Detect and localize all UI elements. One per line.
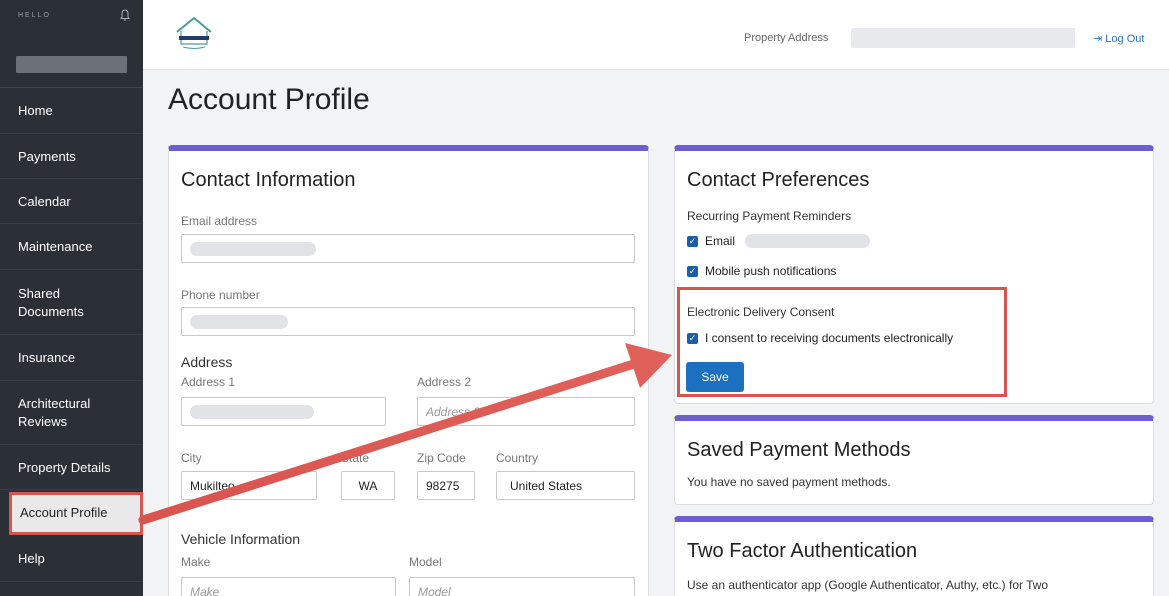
greeting: HELLO [18, 12, 51, 19]
no-payment-methods-text: You have no saved payment methods. [687, 475, 891, 489]
sidebar: HELLO Home Payments Calendar Maintenance… [0, 0, 143, 596]
address-heading: Address [181, 354, 233, 370]
card-title: Contact Information [181, 169, 356, 191]
email-label: Email address [181, 214, 258, 228]
make-placeholder: Make [190, 584, 220, 596]
recurring-reminders-label: Recurring Payment Reminders [687, 209, 852, 223]
city-field[interactable]: Mukilteo [181, 471, 317, 500]
property-address-redacted [851, 28, 1075, 48]
email-redacted [190, 241, 316, 256]
sidebar-item-payments[interactable]: Payments [0, 135, 143, 179]
state-value: WA [358, 478, 378, 493]
sidebar-header: HELLO [0, 0, 143, 88]
sidebar-item-label: Account Profile [20, 505, 108, 520]
two-factor-card: Two Factor Authentication Use an authent… [674, 516, 1154, 596]
city-value: Mukilteo [190, 478, 235, 493]
address1-redacted [190, 404, 314, 419]
sidebar-item-label: Insurance [18, 350, 76, 365]
saved-payment-methods-card: Saved Payment Methods You have no saved … [674, 415, 1154, 505]
country-label: Country [496, 451, 539, 465]
contact-information-card: Contact Information Email address Phone … [168, 145, 649, 596]
vehicle-heading: Vehicle Information [181, 531, 301, 547]
sidebar-item-label: Shared Documents [18, 285, 84, 319]
address2-label: Address 2 [417, 375, 472, 389]
sidebar-item-label: Home [18, 103, 53, 118]
address1-field[interactable] [181, 397, 386, 426]
state-field[interactable]: WA [341, 471, 395, 500]
bell-icon[interactable] [120, 9, 130, 21]
phone-field[interactable] [181, 307, 635, 336]
phone-label: Phone number [181, 288, 260, 302]
push-notification-checkbox[interactable]: ✓ Mobile push notifications [687, 264, 836, 278]
email-option-label: Email [705, 234, 736, 248]
sidebar-item-maintenance[interactable]: Maintenance [0, 225, 143, 270]
consent-highlight-box [677, 287, 1007, 397]
email-redacted [745, 234, 870, 248]
logout-icon: ⇥ [1093, 33, 1103, 45]
two-factor-text: Use an authenticator app (Google Authent… [687, 578, 1049, 592]
page-title: Account Profile [168, 83, 370, 116]
sidebar-item-label: Property Details [18, 459, 111, 475]
email-field[interactable] [181, 234, 635, 263]
sidebar-item-label: Architectural Reviews [18, 396, 91, 429]
card-title: Two Factor Authentication [687, 540, 918, 562]
logout-link[interactable]: ⇥ Log Out [1093, 32, 1144, 45]
sidebar-item-label: Payments [18, 148, 76, 164]
push-option-label: Mobile push notifications [705, 264, 837, 278]
sidebar-item-label: Calendar [18, 193, 71, 209]
sidebar-item-insurance[interactable]: Insurance [0, 336, 143, 381]
address2-placeholder: Address 2 [426, 404, 481, 419]
sidebar-item-label: Maintenance [18, 239, 93, 254]
model-placeholder: Model [418, 584, 451, 596]
card-title: Contact Preferences [687, 169, 870, 191]
address1-label: Address 1 [181, 375, 236, 389]
make-field[interactable]: Make [181, 577, 396, 596]
logout-label: Log Out [1105, 33, 1145, 45]
make-label: Make [181, 555, 211, 569]
sidebar-item-account-profile[interactable]: Account Profile [9, 492, 143, 535]
checkbox-checked-icon: ✓ [687, 235, 698, 247]
sidebar-item-help[interactable]: Help [0, 537, 143, 582]
country-select[interactable]: United States [496, 471, 635, 500]
sidebar-item-shared-documents[interactable]: Shared Documents [0, 271, 143, 335]
sidebar-item-calendar[interactable]: Calendar [0, 180, 143, 224]
sidebar-item-property-details[interactable]: Property Details [0, 446, 143, 490]
state-label: State [341, 451, 370, 465]
model-field[interactable]: Model [409, 577, 635, 596]
card-title: Saved Payment Methods [687, 439, 911, 461]
phone-redacted [190, 314, 288, 329]
email-reminder-checkbox[interactable]: ✓ Email [687, 234, 735, 248]
zip-field[interactable]: 98275 [417, 471, 475, 500]
country-value: United States [510, 478, 583, 493]
sidebar-item-architectural-reviews[interactable]: Architectural Reviews [0, 382, 143, 445]
property-address-label: Property Address [744, 32, 829, 44]
zip-value: 98275 [426, 478, 460, 493]
city-label: City [181, 451, 202, 465]
model-label: Model [409, 555, 442, 569]
topbar: Property Address ⇥ Log Out [143, 0, 1169, 70]
sidebar-item-label: Help [18, 551, 45, 566]
house-logo-icon[interactable] [171, 14, 217, 54]
sidebar-item-home[interactable]: Home [0, 89, 143, 134]
user-name-redacted [16, 56, 127, 73]
address2-field[interactable]: Address 2 [417, 397, 635, 426]
zip-label: Zip Code [417, 451, 466, 465]
checkbox-checked-icon: ✓ [687, 265, 698, 277]
